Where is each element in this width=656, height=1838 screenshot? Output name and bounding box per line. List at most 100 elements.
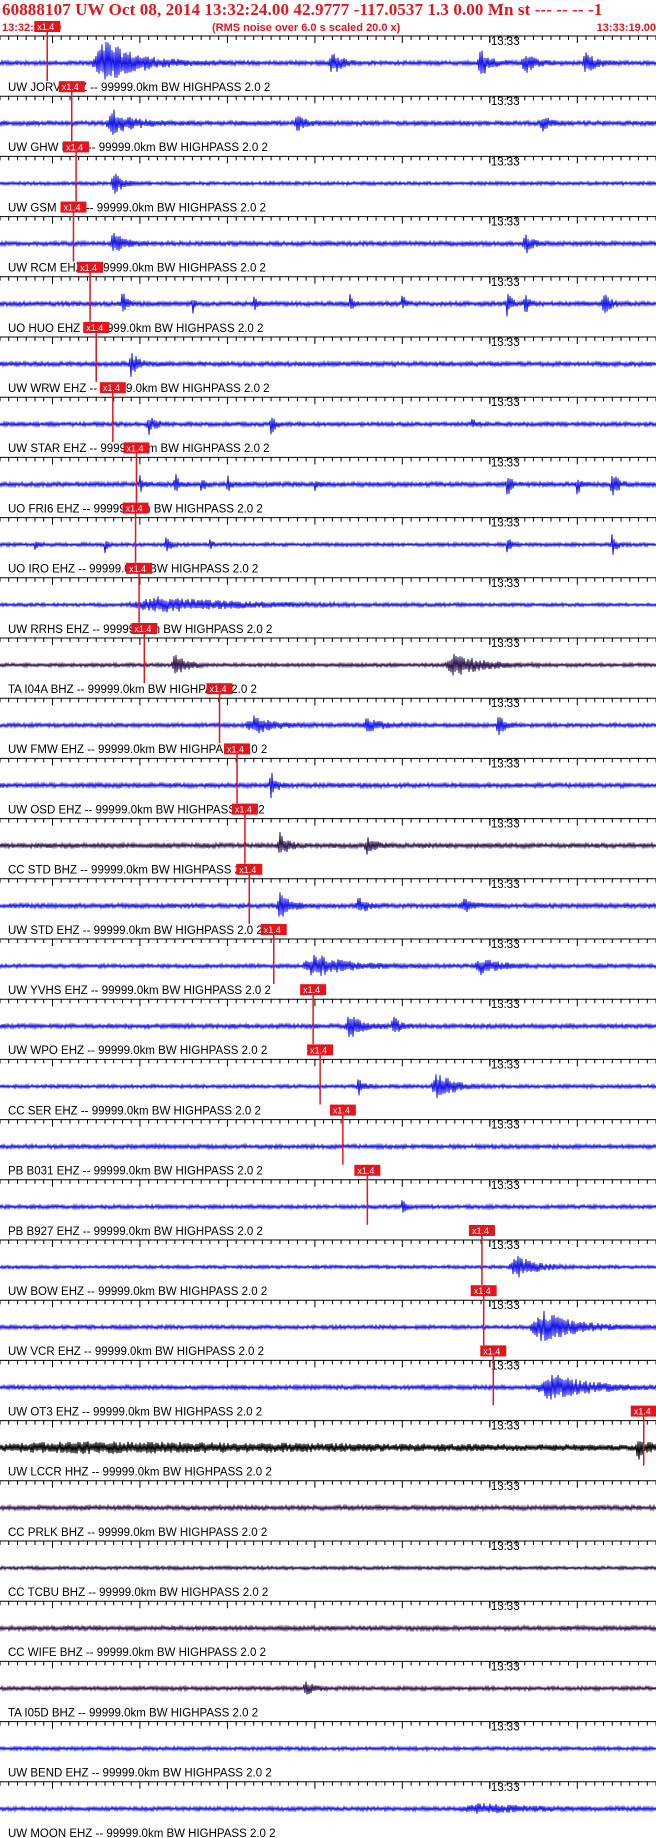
pick-label: x1.4	[63, 203, 80, 213]
pick-label: x1.4	[235, 805, 252, 815]
trace-row: 13:33x1.4UW WRW EHZ -- 99999.0km BW HIGH…	[0, 322, 656, 395]
station-label: CC WIFE BHZ -- 99999.0km BW HIGHPASS 2.0…	[8, 1647, 266, 1659]
minute-label: 13:33	[491, 1059, 520, 1071]
waveform	[0, 173, 656, 194]
time-ticks	[0, 939, 656, 946]
station-label: UW YVHS EHZ -- 99999.0km BW HIGHPASS 2.0…	[8, 985, 271, 997]
time-ticks	[0, 638, 656, 645]
pick-label: x1.4	[239, 865, 256, 875]
time-ticks	[0, 1360, 656, 1368]
waveform	[0, 1142, 656, 1151]
pick-label: x1.4	[129, 564, 146, 574]
time-ticks	[0, 1661, 656, 1669]
station-label: UW RCM EHZ -- 99999.0km BW HIGHPASS 2.0 …	[8, 263, 266, 275]
time-ticks	[0, 276, 656, 284]
pick-label: x1.4	[303, 985, 320, 995]
minute-label: 13:33	[491, 1601, 520, 1613]
station-label: UW JORV EHZ -- 99999.0km BW HIGHPASS 2.0…	[8, 82, 270, 94]
waveform	[0, 772, 656, 799]
minute-label: 13:33	[491, 879, 520, 891]
trace-row: 13:33 CC PRLK BHZ -- 99999.0km BW HIGHPAS…	[0, 1480, 656, 1539]
waveform	[0, 41, 656, 80]
pick-label: x1.4	[103, 383, 120, 393]
station-label: CC STD BHZ -- 99999.0km BW HIGHPASS 2.0 …	[8, 865, 260, 877]
time-ticks	[0, 1119, 656, 1127]
waveform	[0, 1374, 656, 1400]
pick-label: x1.4	[472, 1226, 489, 1236]
waveform	[0, 109, 656, 135]
station-label: UW STD EHZ -- 99999.0km BW HIGHPASS 2.0 …	[8, 925, 263, 937]
waveform	[0, 417, 656, 435]
minute-label: 13:33	[491, 397, 520, 409]
trace-row: 13:33 UW MOON EHZ -- 99999.0km BW HIGHPAS…	[0, 1781, 656, 1838]
minute-label: 13:33	[491, 277, 520, 289]
minute-label: 13:33	[491, 156, 520, 168]
waveform	[0, 596, 656, 613]
time-ticks	[0, 1781, 656, 1789]
time-ticks	[0, 1240, 656, 1247]
station-label: CC TCBU BHZ -- 99999.0km BW HIGHPASS 2.0…	[8, 1587, 268, 1599]
minute-label: 13:33	[491, 578, 520, 590]
waveform	[0, 473, 656, 496]
minute-label: 13:33	[491, 1360, 520, 1372]
time-ticks	[0, 1721, 656, 1729]
minute-label: 13:33	[491, 1481, 520, 1493]
pick-label: x1.4	[210, 684, 227, 694]
minute-label: 13:33	[491, 96, 520, 108]
trace-row: 13:33 CC WIFE BHZ -- 99999.0km BW HIGHPAS…	[0, 1600, 656, 1659]
time-ticks	[0, 1179, 656, 1187]
trace-row: 13:33 x1.4UW JORV EHZ -- 99999.0km BW HIG…	[0, 21, 656, 94]
time-ticks	[0, 999, 656, 1007]
minute-label: 13:33	[491, 217, 520, 229]
station-label: PB B927 EHZ -- 99999.0km BW HIGHPASS 2.0…	[8, 1226, 263, 1238]
minute-label: 13:33	[491, 36, 520, 48]
time-ticks	[0, 1480, 656, 1488]
minute-label: 13:33	[491, 698, 520, 710]
pick-label: x1.4	[474, 1286, 491, 1296]
station-label: UW OT3 EHZ -- 99999.0km BW HIGHPASS 2.0 …	[8, 1406, 262, 1418]
time-ticks	[0, 96, 656, 104]
minute-label: 13:33	[491, 758, 520, 770]
pick-label: x1.4	[634, 1407, 651, 1417]
pick-label: x1.4	[86, 323, 103, 333]
station-label: UW LCCR HHZ -- 99999.0km BW HIGHPASS 2.0…	[8, 1467, 272, 1479]
minute-label: 13:33	[491, 1421, 520, 1433]
minute-label: 13:33	[491, 1541, 520, 1553]
time-ticks	[0, 758, 656, 766]
time-ticks	[0, 36, 656, 43]
time-ticks	[0, 397, 656, 405]
station-label: UW WRW EHZ -- 99999.0km BW HIGHPASS 2.0 …	[8, 383, 270, 395]
minute-label: 13:33	[491, 999, 520, 1011]
waveform	[0, 954, 656, 976]
time-ticks	[0, 1601, 656, 1609]
pick-label: x1.4	[62, 82, 79, 92]
time-ticks	[0, 1420, 656, 1428]
time-ticks	[0, 1541, 656, 1548]
minute-label: 13:33	[491, 1180, 520, 1192]
pick-label: x1.4	[126, 504, 143, 514]
trace-row: 13:33 CC TCBU BHZ -- 99999.0km BW HIGHPAS…	[0, 1540, 656, 1599]
minute-label: 13:33	[491, 1240, 520, 1252]
waveform	[0, 534, 656, 555]
minute-label: 13:33	[491, 457, 520, 469]
waveform	[0, 1016, 656, 1037]
station-label: UW BOW EHZ -- 99999.0km BW HIGHPASS 2.0 …	[8, 1286, 267, 1298]
pick-label: x1.4	[310, 1045, 327, 1055]
pick-label: x1.4	[483, 1346, 500, 1356]
minute-label: 13:33	[491, 337, 520, 349]
waveform	[0, 1803, 656, 1814]
time-ticks	[0, 698, 656, 706]
pick-label: x1.4	[126, 443, 143, 453]
waveform	[0, 1441, 656, 1460]
station-label: UW MOON EHZ -- 99999.0km BW HIGHPASS 2.0…	[8, 1828, 276, 1838]
waveform	[0, 293, 656, 317]
waveform	[0, 832, 656, 855]
station-label: UW WPO EHZ -- 99999.0km BW HIGHPASS 2.0 …	[8, 1045, 267, 1057]
trace-row: 13:33 UW BEND EHZ -- 99999.0km BW HIGHPAS…	[0, 1721, 656, 1780]
station-label: CC PRLK BHZ -- 99999.0km BW HIGHPASS 2.0…	[8, 1527, 267, 1539]
waveform	[0, 1200, 656, 1213]
time-ticks	[0, 517, 656, 525]
waveform	[0, 1624, 656, 1633]
time-ticks	[0, 156, 656, 164]
waveform	[0, 232, 656, 254]
